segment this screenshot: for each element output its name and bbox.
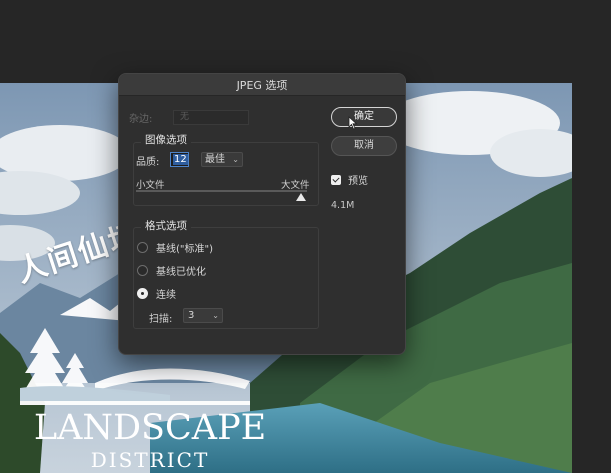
matte-label: 杂边: <box>129 114 153 125</box>
quality-slider-track[interactable] <box>136 190 307 192</box>
quality-value: 12 <box>173 154 188 165</box>
slider-min-label: 小文件 <box>136 180 165 191</box>
matte-select: 无 <box>173 110 249 125</box>
radio-baseline-optimized[interactable]: 基线已优化 <box>137 263 206 278</box>
radio-button[interactable] <box>137 288 148 299</box>
scan-label: 扫描: <box>149 314 173 325</box>
ok-button[interactable]: 确定 <box>331 107 397 127</box>
radio-baseline-standard[interactable]: 基线("标准") <box>137 240 213 255</box>
canvas-brand-subtitle: DISTRICT <box>90 448 210 472</box>
jpeg-options-dialog: JPEG 选项 杂边: 无 图像选项 品质: 12 最佳 ⌄ 小文件 大文件 格… <box>118 73 406 355</box>
dialog-titlebar[interactable]: JPEG 选项 <box>119 74 405 96</box>
image-options-title: 图像选项 <box>141 132 191 147</box>
quality-slider-thumb[interactable] <box>296 193 306 201</box>
matte-row: 杂边: 无 <box>129 110 249 125</box>
radio-label: 基线已优化 <box>156 267 206 278</box>
cancel-button[interactable]: 取消 <box>331 136 397 156</box>
chevron-down-icon: ⌄ <box>232 155 239 164</box>
preview-checkbox[interactable] <box>331 174 341 185</box>
dialog-title: JPEG 选项 <box>236 78 288 92</box>
radio-button[interactable] <box>137 265 148 276</box>
canvas-brand-title: LANDSCAPE <box>33 408 267 448</box>
mouse-cursor-icon <box>348 116 358 130</box>
format-options-title: 格式选项 <box>141 218 191 233</box>
radio-label: 基线("标准") <box>156 244 214 255</box>
radio-label: 连续 <box>156 290 176 301</box>
preview-label: 预览 <box>348 176 368 187</box>
quality-preset-select[interactable]: 最佳 ⌄ <box>201 152 243 167</box>
chevron-down-icon: ⌄ <box>212 311 219 320</box>
quality-input[interactable]: 12 <box>170 152 189 167</box>
scan-value: 3 <box>188 310 195 321</box>
preview-row[interactable]: 预览 <box>331 172 368 187</box>
radio-progressive[interactable]: 连续 <box>137 286 176 301</box>
quality-preset-value: 最佳 <box>205 154 225 165</box>
quality-label: 品质: <box>136 157 160 168</box>
file-size-readout: 4.1M <box>331 200 355 211</box>
radio-button[interactable] <box>137 242 148 253</box>
slider-max-label: 大文件 <box>281 180 310 191</box>
scan-select[interactable]: 3 ⌄ <box>183 308 223 323</box>
